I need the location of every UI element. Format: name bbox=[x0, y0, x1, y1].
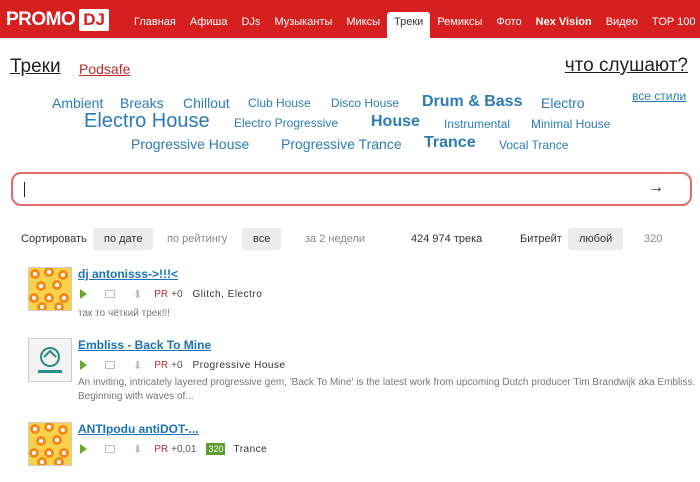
genre-tag[interactable]: Club House bbox=[248, 96, 311, 110]
track-cover-image[interactable] bbox=[28, 267, 72, 312]
text-caret bbox=[24, 182, 25, 197]
search-input[interactable] bbox=[23, 181, 623, 199]
bitrate-any-button[interactable]: любой bbox=[568, 228, 624, 250]
track-row: ANTIpodu antiDOT-... ⬇ PR +0,01 320 Trance bbox=[28, 422, 698, 472]
pr-value: +0 bbox=[171, 359, 183, 371]
track-title-link[interactable]: dj antonisss->!!!< bbox=[78, 267, 178, 281]
play-icon[interactable] bbox=[80, 289, 87, 299]
track-genres: Glitch, Electro bbox=[192, 288, 263, 300]
genre-tag[interactable]: Vocal Trance bbox=[499, 138, 568, 152]
genre-tag[interactable]: Electro Progressive bbox=[234, 116, 338, 130]
genre-tag[interactable]: Electro bbox=[541, 95, 585, 111]
pr-value: +0,01 bbox=[171, 443, 197, 455]
track-row: dj antonisss->!!!< ⬇ PR +0 Glitch, Electro та… bbox=[28, 267, 698, 319]
sort-by-rating-button[interactable]: по рейтингу bbox=[156, 228, 238, 250]
nav-item[interactable]: Главная bbox=[127, 12, 183, 38]
promodj-logo[interactable]: PROMO DJ bbox=[6, 7, 110, 33]
nav-item[interactable]: Миксы bbox=[339, 12, 387, 38]
pr-label: PR bbox=[154, 359, 169, 371]
track-meta: ⬇ PR +0 Glitch, Electro bbox=[80, 286, 262, 302]
track-genres: Progressive House bbox=[192, 359, 286, 371]
bitrate-badge: 320 bbox=[206, 443, 226, 455]
sort-label: Сортировать bbox=[21, 233, 87, 245]
download-icon[interactable]: ⬇ bbox=[133, 443, 142, 456]
track-genres: Trance bbox=[233, 443, 268, 455]
genre-tag[interactable]: Breaks bbox=[120, 95, 164, 111]
pr-label: PR bbox=[154, 443, 169, 455]
nav-item[interactable]: TOP 100 bbox=[645, 12, 700, 38]
nav-item[interactable]: Видео bbox=[599, 12, 645, 38]
track-cover-image[interactable] bbox=[28, 422, 72, 467]
pr-label: PR bbox=[154, 288, 169, 300]
download-icon[interactable]: ⬇ bbox=[133, 288, 142, 301]
comment-icon[interactable] bbox=[105, 290, 115, 298]
genre-tag[interactable]: Ambient bbox=[52, 95, 103, 111]
track-title-link[interactable]: ANTIpodu antiDOT-... bbox=[78, 422, 199, 436]
nav-item[interactable]: Ремиксы bbox=[430, 12, 489, 38]
bitrate-label: Битрейт bbox=[520, 233, 562, 245]
genre-tag[interactable]: Progressive House bbox=[131, 136, 249, 152]
label-logo-image[interactable] bbox=[28, 338, 72, 382]
search-submit-arrow-icon[interactable]: → bbox=[648, 179, 664, 197]
nav-item[interactable]: Треки bbox=[387, 12, 431, 38]
nav-item[interactable]: Nex Vision bbox=[529, 12, 599, 38]
podsafe-link[interactable]: Podsafe bbox=[79, 61, 130, 77]
track-description: так то чёткий трек!!! bbox=[78, 308, 171, 319]
genre-tag[interactable]: House bbox=[371, 113, 420, 131]
track-description: An inviting, intricately layered progres… bbox=[78, 377, 696, 402]
genre-tag[interactable]: Minimal House bbox=[531, 117, 610, 131]
bitrate-320-button[interactable]: 320 bbox=[633, 228, 673, 250]
nav-item[interactable]: Афиша bbox=[183, 12, 235, 38]
logo-promo-text: PROMO bbox=[6, 9, 76, 30]
track-meta: ⬇ PR +0,01 320 Trance bbox=[80, 441, 267, 457]
comment-icon[interactable] bbox=[105, 361, 115, 369]
comment-icon[interactable] bbox=[105, 445, 115, 453]
genre-tag[interactable]: Disco House bbox=[331, 96, 399, 110]
track-meta: ⬇ PR +0 Progressive House bbox=[80, 357, 286, 373]
sort-bar: Сортировать по дате по рейтингу все за 2… bbox=[0, 228, 700, 252]
top-navigation-bar: PROMO DJ Главная Афиша DJs Музыканты Миксы Тр… bbox=[0, 0, 700, 38]
track-row: Embliss - Back To Mine ⬇ PR +0 Progressive H… bbox=[28, 338, 698, 402]
play-icon[interactable] bbox=[80, 360, 87, 370]
genre-tag[interactable]: Trance bbox=[424, 134, 476, 152]
sort-by-date-button[interactable]: по дате bbox=[93, 228, 154, 250]
download-icon[interactable]: ⬇ bbox=[133, 359, 142, 372]
genre-tag[interactable]: Electro House bbox=[84, 110, 210, 133]
period-two-weeks-button[interactable]: за 2 недели bbox=[294, 228, 376, 250]
period-all-button[interactable]: все bbox=[242, 228, 282, 250]
main-menu: Главная Афиша DJs Музыканты Миксы Треки Ремикс… bbox=[127, 12, 700, 38]
pr-value: +0 bbox=[171, 288, 183, 300]
page-title[interactable]: Треки bbox=[10, 56, 61, 78]
genre-tag[interactable]: Progressive Trance bbox=[281, 136, 402, 152]
genre-tag[interactable]: Drum & Bass bbox=[422, 93, 522, 111]
track-search-box: → bbox=[11, 172, 692, 206]
genre-tag[interactable]: Chillout bbox=[183, 95, 230, 111]
what-people-listen-link[interactable]: что слушают? bbox=[565, 55, 688, 77]
track-title-link[interactable]: Embliss - Back To Mine bbox=[78, 338, 211, 352]
nav-item[interactable]: DJs bbox=[234, 12, 267, 38]
nav-item[interactable]: Фото bbox=[489, 12, 528, 38]
track-count: 424 974 трека bbox=[411, 233, 483, 245]
play-icon[interactable] bbox=[80, 444, 87, 454]
all-styles-link[interactable]: все стили bbox=[632, 89, 686, 103]
nav-item[interactable]: Музыканты bbox=[267, 12, 339, 38]
logo-dj-text: DJ bbox=[79, 9, 110, 31]
genre-tag[interactable]: Instrumental bbox=[444, 117, 510, 131]
